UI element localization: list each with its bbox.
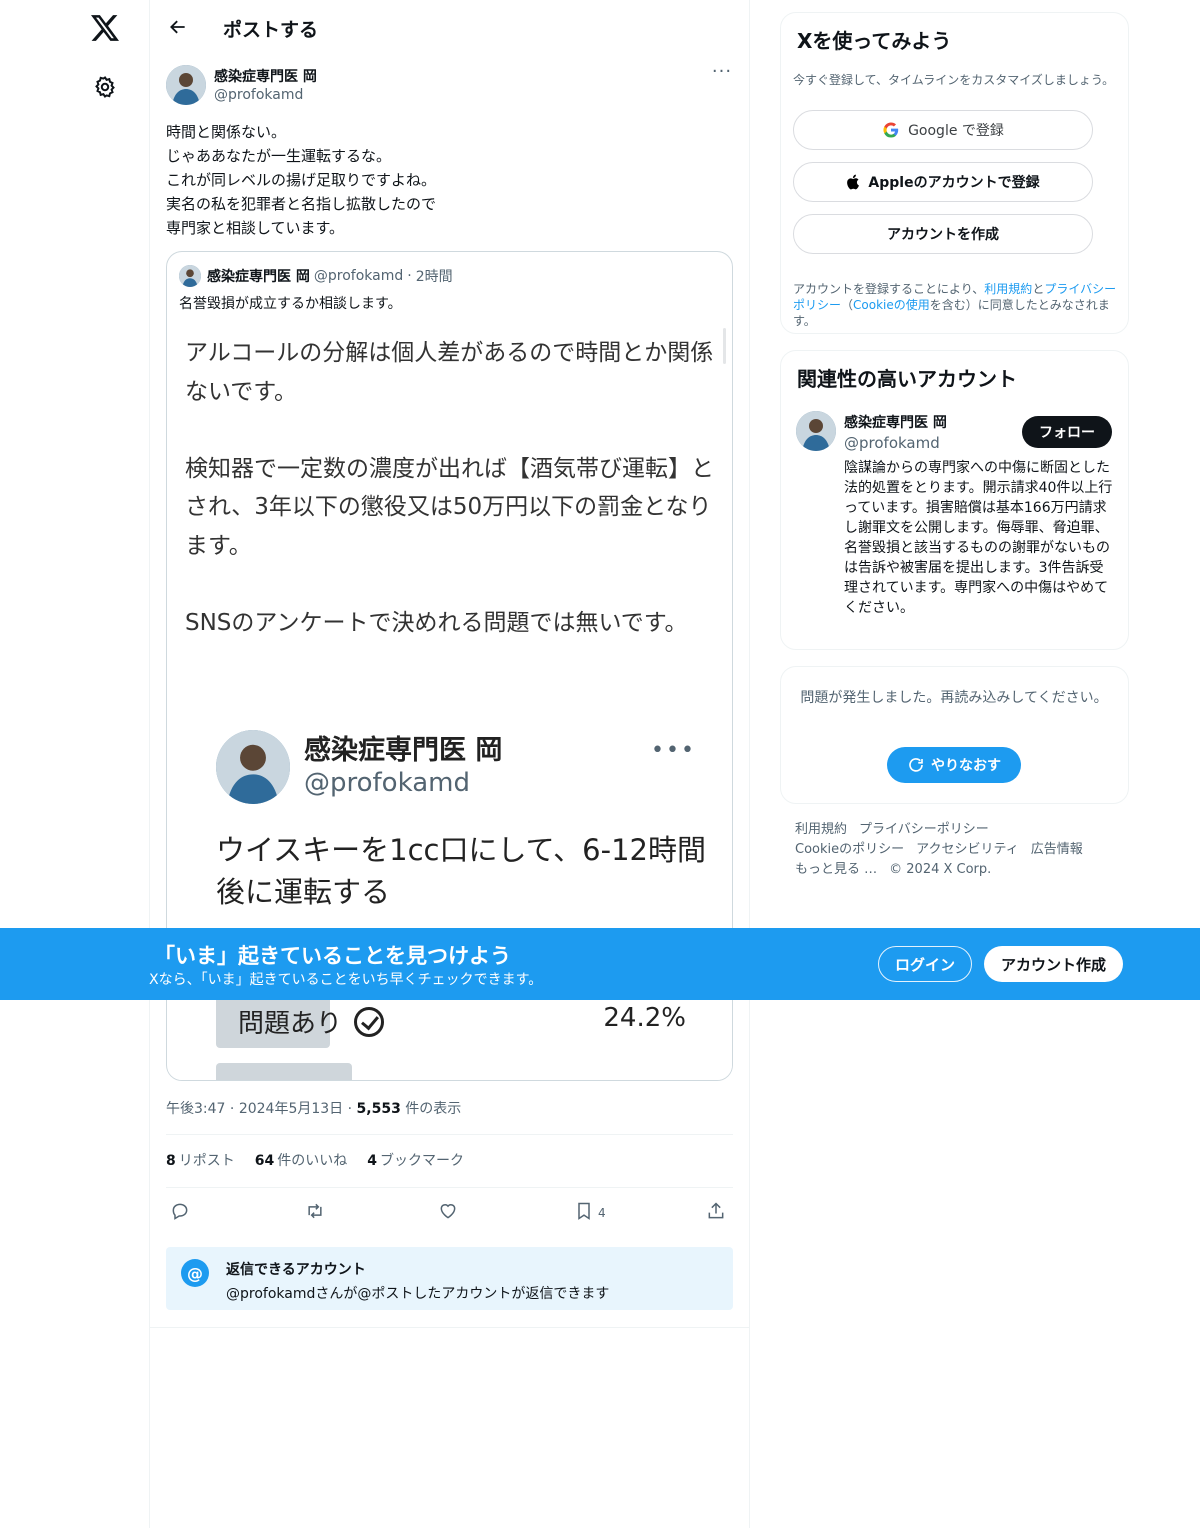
quote-text: 名誉毀損が成立するか相談します。 — [179, 296, 402, 312]
retry-button[interactable]: やりなおす — [887, 747, 1021, 783]
mention-icon: @ — [181, 1259, 209, 1287]
footer-link[interactable]: プライバシーポリシー — [859, 820, 989, 840]
reply-restriction-title: 返信できるアカウント — [226, 1262, 366, 1278]
google-icon — [883, 122, 899, 138]
author-handle[interactable]: @profokamd — [214, 87, 303, 103]
divider — [150, 1327, 750, 1328]
inner-more-icon: ••• — [651, 738, 696, 763]
author-name[interactable]: 感染症専門医 岡 — [214, 66, 317, 86]
post-actions: 4 — [166, 1196, 736, 1226]
repost-icon[interactable] — [304, 1196, 326, 1226]
footer-links: 利用規約 プライバシーポリシーCookieのポリシー アクセシビリティ 広告情報もっと… — [795, 820, 1115, 880]
poll-option: 問題あり 24.2% — [216, 994, 686, 1048]
reply-restriction-text: @profokamdさんが@ポストしたアカウントが返信できます — [226, 1286, 610, 1302]
google-signup-button[interactable]: Google で登録 — [793, 110, 1093, 150]
like-icon[interactable] — [438, 1196, 458, 1226]
quote-header: 感染症専門医 岡 @profokamd · 2時間 — [179, 265, 453, 287]
bookmarks-stat[interactable]: 4 ブックマーク — [367, 1150, 464, 1170]
bookmark-count: 4 — [598, 1206, 606, 1220]
poll-option-2 — [216, 1063, 352, 1080]
relevant-title: 関連性の高いアカウント — [797, 367, 1017, 391]
views-label: 件の表示 — [405, 1101, 462, 1117]
retry-label: やりなおす — [931, 758, 1001, 774]
separator-dot: · — [347, 1101, 357, 1117]
relevant-handle[interactable]: @profokamd — [844, 434, 940, 452]
separator-dot: · — [407, 268, 412, 284]
left-nav — [0, 0, 150, 1528]
post-text: 時間と関係ない。 じゃああなたが一生運転するな。 これが同レベルの揚げ足取りです… — [166, 123, 437, 237]
create-account-label: アカウントを作成 — [887, 227, 999, 243]
image-scrollbar — [723, 328, 726, 364]
inner-post-text: ウイスキーを1cc口にして、6-12時間後に運転する — [216, 833, 706, 909]
signup-button[interactable]: アカウント作成 — [984, 946, 1123, 982]
retry-icon — [909, 758, 923, 772]
quote-time: 2時間 — [415, 269, 453, 285]
legal-text: アカウントを登録することにより、利用規約とプライバシーポリシー（Cookieの使… — [793, 282, 1117, 328]
footer-link[interactable]: 利用規約 — [795, 820, 847, 840]
create-account-button[interactable]: アカウントを作成 — [793, 214, 1093, 254]
post-stats: 8 リポスト 64 件のいいね 4 ブックマーク — [166, 1150, 464, 1170]
cookie-link[interactable]: Cookieの使用 — [853, 298, 930, 312]
check-circle-icon — [354, 1006, 385, 1037]
footer-link[interactable]: アクセシビリティ — [916, 840, 1019, 860]
reply-restriction-box: @ 返信できるアカウント @profokamdさんが@ポストしたアカウントが返信… — [166, 1247, 733, 1310]
share-icon[interactable] — [706, 1196, 726, 1226]
gear-icon[interactable] — [86, 68, 124, 106]
post-date[interactable]: 2024年5月13日 — [239, 1101, 343, 1117]
apple-signup-button[interactable]: Appleのアカウントで登録 — [793, 162, 1093, 202]
terms-link[interactable]: 利用規約 — [984, 282, 1032, 296]
relevant-name[interactable]: 感染症専門医 岡 — [844, 412, 947, 432]
footer-link[interactable]: もっと見る … — [795, 860, 877, 880]
likes-stat[interactable]: 64 件のいいね — [255, 1150, 347, 1170]
error-card — [780, 666, 1129, 804]
bookmark-icon[interactable]: 4 — [574, 1196, 606, 1226]
follow-button[interactable]: フォロー — [1022, 416, 1112, 448]
divider — [166, 1187, 733, 1188]
relevant-bio: 陰謀論からの専門家への中傷に断固とした法的処置をとります。開示請求40件以上行っ… — [844, 460, 1113, 616]
inner-author-name: 感染症専門医 岡 — [304, 735, 503, 766]
page-header: ポストする — [150, 0, 750, 54]
page-title: ポストする — [223, 19, 319, 41]
apple-icon — [847, 174, 860, 190]
back-arrow-icon[interactable] — [160, 9, 196, 45]
reposts-stat[interactable]: 8 リポスト — [166, 1150, 235, 1170]
x-logo-icon[interactable] — [86, 9, 124, 47]
post-author: 感染症専門医 岡 @profokamd ··· — [166, 63, 736, 108]
login-button[interactable]: ログイン — [878, 946, 972, 982]
more-icon[interactable]: ··· — [708, 63, 736, 88]
poll-percent: 24.2% — [603, 1003, 686, 1033]
copyright: © 2024 X Corp. — [889, 862, 992, 877]
google-signup-label: Google で登録 — [908, 123, 1004, 139]
error-text: 問題が発生しました。再読み込みしてください。 — [800, 690, 1108, 706]
inner-avatar — [216, 730, 290, 804]
banner-title: 「いま」起きていることを見つけよう — [154, 944, 511, 968]
views-count: 5,553 — [356, 1101, 401, 1117]
post-time[interactable]: 午後3:47 — [166, 1101, 225, 1117]
banner-subtitle: Xなら、「いま」起きていることをいち早くチェックできます。 — [149, 972, 543, 988]
main-column: ポストする 感染症専門医 岡 @profokamd ··· 時間と関係ない。 じ… — [149, 0, 750, 1528]
quote-avatar — [179, 265, 201, 287]
quote-author-handle: @profokamd — [313, 268, 404, 284]
footer-link[interactable]: Cookieのポリシー — [795, 840, 904, 860]
apple-signup-label: Appleのアカウントで登録 — [868, 175, 1040, 191]
signup-subtitle: 今すぐ登録して、タイムラインをカスタマイズしましょう。 — [793, 73, 1115, 87]
reply-icon[interactable] — [170, 1196, 190, 1226]
post-meta: 午後3:47 · 2024年5月13日 · 5,553 件の表示 — [166, 1098, 461, 1118]
avatar[interactable] — [166, 65, 206, 105]
poll-label: 問題あり — [238, 1003, 385, 1040]
signup-card: Xを使ってみよう 今すぐ登録して、タイムラインをカスタマイズしましょう。 Goo… — [780, 12, 1129, 334]
footer-link[interactable]: 広告情報 — [1031, 840, 1083, 860]
relevant-avatar[interactable] — [796, 411, 836, 451]
divider — [166, 1134, 733, 1135]
poll-option-text: 問題あり — [238, 1009, 343, 1039]
separator-dot: · — [229, 1101, 239, 1117]
quote-author-name: 感染症専門医 岡 — [207, 269, 310, 285]
image-text: アルコールの分解は個人差があるので時間とか関係ないです。 検知器で一定数の濃度が… — [185, 340, 714, 636]
inner-author-handle: @profokamd — [304, 768, 470, 798]
signup-title: Xを使ってみよう — [797, 29, 952, 53]
